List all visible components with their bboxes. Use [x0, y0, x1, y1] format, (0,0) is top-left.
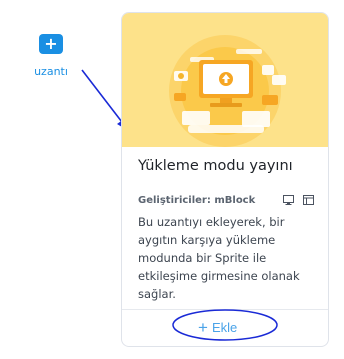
plus-icon: +	[39, 34, 63, 54]
browser-window-icon	[303, 195, 314, 205]
card-banner	[122, 13, 328, 147]
description-line: aygıtın karşıya yükleme	[138, 233, 276, 247]
desktop-icon	[283, 195, 294, 205]
extension-label: uzantı	[34, 65, 68, 78]
extension-card[interactable]: Yükleme modu yayını Geliştiriciler: mBlo…	[121, 12, 329, 347]
card-description: Bu uzantıyı ekleyerek, bir aygıtın karşı…	[138, 213, 318, 303]
developer-label: Geliştiriciler: mBlock	[138, 194, 256, 206]
developer-row: Geliştiriciler: mBlock	[138, 192, 314, 208]
add-button-label: Ekle	[211, 319, 238, 335]
description-line: sağlar.	[138, 287, 176, 301]
description-line: etkileşime girmesine olanak	[138, 269, 300, 283]
card-divider	[122, 309, 328, 310]
card-title: Yükleme modu yayını	[138, 158, 293, 174]
upload-illustration	[169, 35, 286, 147]
annotation-arrow	[81, 69, 126, 127]
description-line: modunda bir Sprite ile	[138, 251, 267, 265]
extension-button[interactable]: + uzantı	[25, 34, 77, 78]
plus-icon: +	[198, 317, 208, 337]
add-button[interactable]: + Ekle	[198, 316, 237, 338]
platform-icons	[283, 195, 314, 205]
description-line: Bu uzantıyı ekleyerek, bir	[138, 215, 285, 229]
